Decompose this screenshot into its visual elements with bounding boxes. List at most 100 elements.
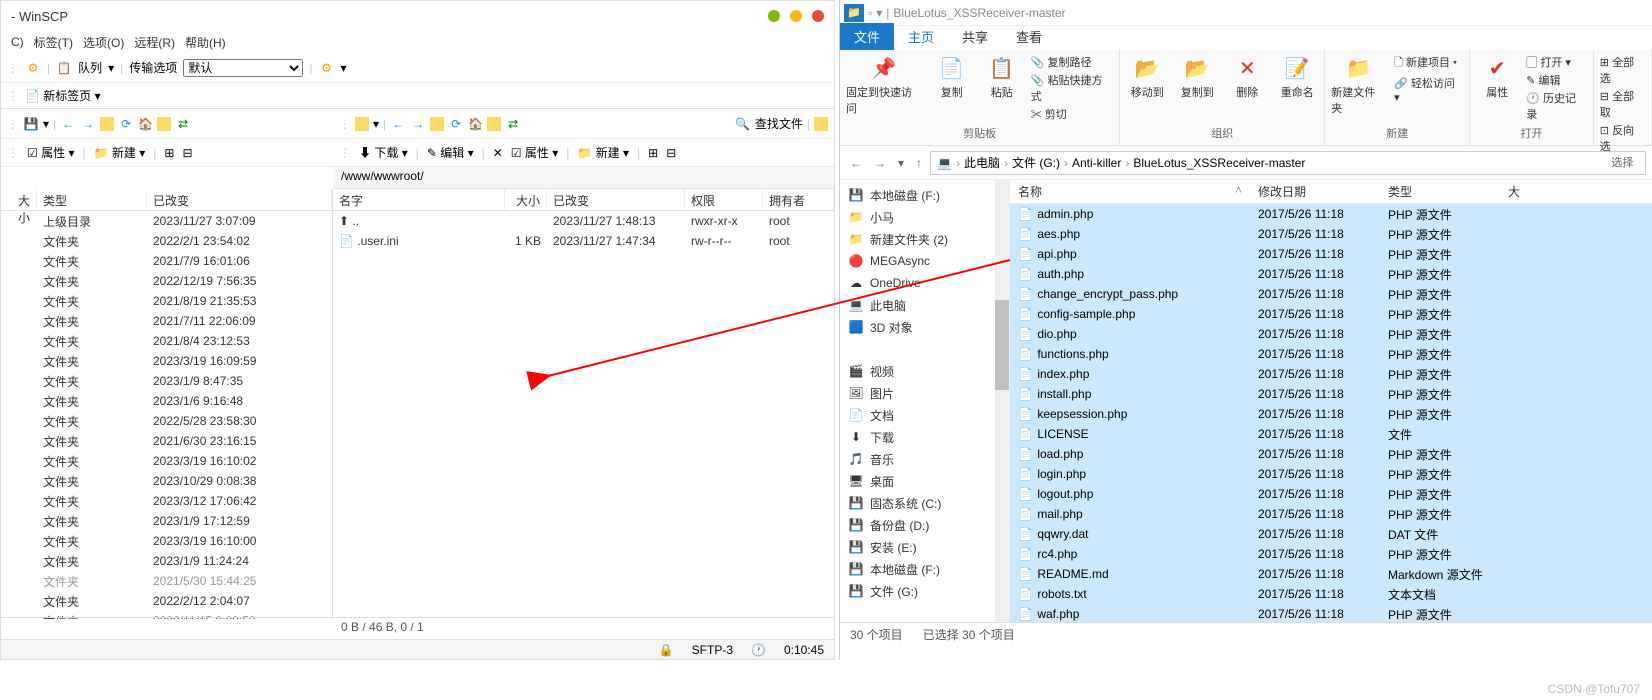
- file-row[interactable]: 📄 admin.php2017/5/26 11:18PHP 源文件: [1010, 204, 1652, 224]
- file-row[interactable]: 📄 LICENSE2017/5/26 11:18文件: [1010, 424, 1652, 444]
- edit-btn[interactable]: ✎ 编辑 ▾: [427, 144, 474, 161]
- table-row[interactable]: 文件夹2021/8/19 21:35:53: [1, 291, 332, 311]
- tree-scroll-thumb[interactable]: [995, 300, 1009, 390]
- table-row[interactable]: 文件夹2021/8/4 23:12:53: [1, 331, 332, 351]
- back2-icon[interactable]: ←: [390, 116, 406, 132]
- tree-item[interactable]: 💻此电脑: [840, 294, 1009, 316]
- tree-item[interactable]: 💾文件 (G:): [840, 580, 1009, 602]
- table-row[interactable]: 文件夹2023/3/19 16:09:59: [1, 351, 332, 371]
- delete-button[interactable]: ✕删除: [1226, 54, 1268, 100]
- properties-button[interactable]: ✔属性: [1476, 54, 1518, 100]
- easyaccess-button[interactable]: 🔗 轻松访问 ▾: [1394, 75, 1463, 104]
- new-tab-button[interactable]: 📄 新标签页 ▾: [25, 87, 101, 104]
- invert-button[interactable]: ⊡ 反向选: [1600, 122, 1645, 154]
- tree-scrollbar[interactable]: [995, 180, 1009, 622]
- table-row[interactable]: 文件夹2021/7/11 22:06:09: [1, 311, 332, 331]
- tree-item[interactable]: 💾固态系统 (C:): [840, 492, 1009, 514]
- fwd2-icon[interactable]: →: [410, 116, 426, 132]
- pin-button[interactable]: 📌固定到快速访问: [846, 54, 923, 116]
- hdr-type[interactable]: 类型: [37, 189, 147, 210]
- hdr-perm[interactable]: 权限: [685, 189, 763, 210]
- winscp-titlebar[interactable]: - WinSCP: [1, 1, 834, 31]
- table-row[interactable]: 文件夹2021/5/30 15:44:25: [1, 571, 332, 591]
- tree-item[interactable]: 🟦3D 对象: [840, 316, 1009, 338]
- minus-left-icon[interactable]: ⊟: [182, 146, 192, 160]
- table-row[interactable]: 文件夹2023/10/29 0:08:38: [1, 471, 332, 491]
- open-button[interactable]: ▢ 打开 ▾: [1526, 54, 1587, 70]
- crumb-pc[interactable]: 此电脑: [964, 154, 1000, 171]
- tree-item[interactable]: ⬇下载: [840, 426, 1009, 448]
- file-rows[interactable]: 📄 admin.php2017/5/26 11:18PHP 源文件📄 aes.p…: [1010, 204, 1652, 622]
- menu-options[interactable]: 选项(O): [79, 32, 128, 53]
- file-row[interactable]: 📄 rc4.php2017/5/26 11:18PHP 源文件: [1010, 544, 1652, 564]
- table-row[interactable]: 文件夹2022/5/28 23:58:30: [1, 411, 332, 431]
- newfolder-button[interactable]: 📁新建文件夹: [1331, 54, 1386, 116]
- qat-icon2[interactable]: ▾: [876, 6, 882, 20]
- table-row[interactable]: 文件夹2022/2/1 23:54:02: [1, 231, 332, 251]
- tree-item[interactable]: 📄文档: [840, 404, 1009, 426]
- file-row[interactable]: 📄 load.php2017/5/26 11:18PHP 源文件: [1010, 444, 1652, 464]
- queue-icon[interactable]: 📋: [56, 60, 72, 76]
- table-row[interactable]: 文件夹2023/3/19 16:10:02: [1, 451, 332, 471]
- folder-icon[interactable]: [157, 117, 171, 131]
- file-row[interactable]: 📄 robots.txt2017/5/26 11:18文本文档: [1010, 584, 1652, 604]
- menu-tabs[interactable]: 标签(T): [30, 32, 77, 53]
- tree-item[interactable]: 💾本地磁盘 (F:): [840, 558, 1009, 580]
- file-row[interactable]: 📄 api.php2017/5/26 11:18PHP 源文件: [1010, 244, 1652, 264]
- tree-item[interactable]: 🔴MEGAsync: [840, 250, 1009, 272]
- nav-tree[interactable]: 💾本地磁盘 (F:)📁小马📁新建文件夹 (2)🔴MEGAsync☁OneDriv…: [840, 180, 1010, 622]
- qat-icon[interactable]: ▫: [868, 6, 872, 20]
- find-icon[interactable]: 🔍: [735, 116, 751, 132]
- fhdr-name[interactable]: 名称 ˄: [1010, 183, 1250, 200]
- file-row[interactable]: 📄 install.php2017/5/26 11:18PHP 源文件: [1010, 384, 1652, 404]
- file-row[interactable]: 📄 config-sample.php2017/5/26 11:18PHP 源文…: [1010, 304, 1652, 324]
- nav-recent-icon[interactable]: ▾: [894, 156, 908, 170]
- tree-item[interactable]: [840, 338, 1009, 360]
- tree-item[interactable]: 🖥桌面: [840, 470, 1009, 492]
- cut-button[interactable]: ✂ 剪切: [1031, 106, 1113, 122]
- menu-help[interactable]: 帮助(H): [181, 32, 230, 53]
- up2-icon[interactable]: [430, 117, 444, 131]
- hdr-name[interactable]: 名字: [333, 189, 505, 210]
- file-row[interactable]: 📄 dio.php2017/5/26 11:18PHP 源文件: [1010, 324, 1652, 344]
- menu-c[interactable]: C): [7, 33, 28, 51]
- remote-rows[interactable]: ⬆ ..2023/11/27 1:48:13rwxr-xr-xroot📄 .us…: [333, 211, 834, 619]
- plus-left-icon[interactable]: ⊞: [164, 146, 174, 160]
- file-row[interactable]: 📄 auth.php2017/5/26 11:18PHP 源文件: [1010, 264, 1652, 284]
- maximize-icon[interactable]: [790, 10, 802, 22]
- local-rows[interactable]: 上级目录2023/11/27 3:07:09文件夹2022/2/1 23:54:…: [1, 211, 332, 619]
- file-row[interactable]: 📄 keepsession.php2017/5/26 11:18PHP 源文件: [1010, 404, 1652, 424]
- tree-item[interactable]: 📁新建文件夹 (2): [840, 228, 1009, 250]
- fhdr-date[interactable]: 修改日期: [1250, 183, 1380, 200]
- table-row[interactable]: 文件夹2021/6/30 23:16:15: [1, 431, 332, 451]
- new-right[interactable]: 📁 新建 ▾: [577, 144, 629, 161]
- copyto-button[interactable]: 📂复制到: [1176, 54, 1218, 100]
- nav-back-icon[interactable]: ←: [846, 156, 866, 170]
- bookmarks-icon[interactable]: [814, 117, 828, 131]
- file-row[interactable]: 📄 logout.php2017/5/26 11:18PHP 源文件: [1010, 484, 1652, 504]
- file-row[interactable]: 📄 change_encrypt_pass.php2017/5/26 11:18…: [1010, 284, 1652, 304]
- home-icon[interactable]: 🏠: [138, 117, 153, 131]
- back-icon[interactable]: ←: [60, 116, 76, 132]
- sync-icon[interactable]: ⇄: [175, 116, 191, 132]
- table-row[interactable]: 文件夹2021/7/9 16:01:06: [1, 251, 332, 271]
- copypath-button[interactable]: 📎 复制路径: [1031, 54, 1113, 70]
- home2-icon[interactable]: 🏠: [468, 117, 483, 131]
- paste-button[interactable]: 📋粘贴: [981, 54, 1023, 100]
- tree-item[interactable]: 🎵音乐: [840, 448, 1009, 470]
- queue-label[interactable]: 队列: [78, 59, 102, 76]
- file-row[interactable]: 📄 aes.php2017/5/26 11:18PHP 源文件: [1010, 224, 1652, 244]
- quickaccess-icon[interactable]: 📁: [844, 4, 864, 22]
- tab-home[interactable]: 主页: [894, 23, 948, 50]
- hdr-rsize[interactable]: 大小: [505, 189, 547, 210]
- tree-item[interactable]: 📁小马: [840, 206, 1009, 228]
- table-row[interactable]: 文件夹2023/1/9 17:12:59: [1, 511, 332, 531]
- table-row[interactable]: ⬆ ..2023/11/27 1:48:13rwxr-xr-xroot: [333, 211, 834, 231]
- file-row[interactable]: 📄 functions.php2017/5/26 11:18PHP 源文件: [1010, 344, 1652, 364]
- drive-icon[interactable]: 💾: [23, 116, 39, 132]
- hdr-size[interactable]: 大小: [1, 189, 37, 210]
- table-row[interactable]: 文件夹2022/2/12 2:04:07: [1, 591, 332, 611]
- tree-item[interactable]: 🎬视频: [840, 360, 1009, 382]
- nav-fwd-icon[interactable]: →: [870, 156, 890, 170]
- minimize-icon[interactable]: [768, 10, 780, 22]
